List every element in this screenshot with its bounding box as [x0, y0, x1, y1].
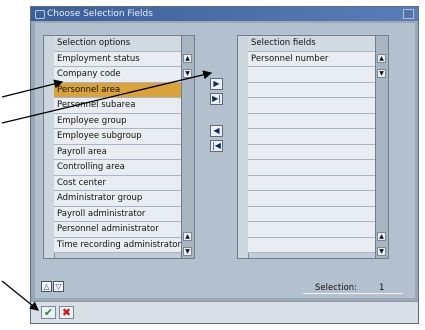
callout-arrow-add-button [1, 70, 213, 124]
callout-arrows [1, 70, 213, 311]
callout-arrow-confirm [1, 280, 40, 311]
callout-arrow-personnel-area [1, 79, 64, 98]
